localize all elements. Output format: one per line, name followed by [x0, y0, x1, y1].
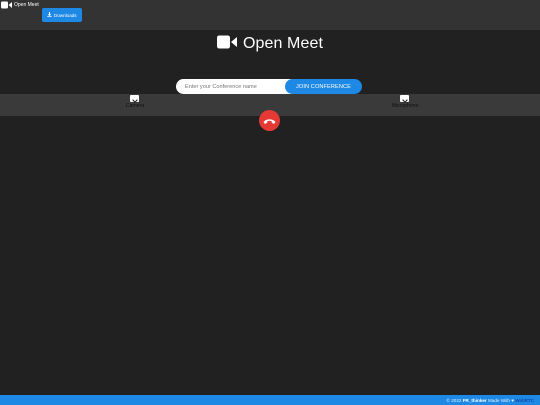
footer-author-link[interactable]: FR_thinker: [463, 398, 487, 403]
page-title: Open Meet: [242, 35, 324, 52]
download-icon: [47, 12, 53, 18]
video-camera-icon: [216, 35, 237, 54]
microphone-label: Microphone: [391, 103, 419, 109]
microphone-selector: Microphone: [390, 94, 420, 114]
hero-heading: Open Meet: [0, 33, 540, 55]
conference-name-input[interactable]: [176, 79, 292, 94]
heart-icon: ♥: [511, 397, 514, 403]
footer: © 2022 FR_thinker Made With ♥ WebRTC: [0, 395, 540, 405]
downloads-label: Downloads: [53, 12, 77, 18]
join-form: JOIN CONFERENCE: [176, 79, 366, 94]
camera-selector: Camera: [120, 94, 150, 114]
microphone-dropdown-toggle[interactable]: [400, 95, 409, 103]
camera-dropdown-toggle[interactable]: [130, 95, 139, 103]
brand-label: Open Meet: [14, 2, 39, 8]
top-navbar: Open Meet Downloads: [0, 0, 540, 30]
footer-copyright: © 2022: [446, 397, 462, 403]
camera-label: Camera: [125, 103, 145, 109]
join-conference-button[interactable]: JOIN CONFERENCE: [285, 79, 362, 94]
footer-made-with: Made With: [488, 397, 510, 403]
app-page: Open Meet Downloads Open Meet JOIN CONFE…: [0, 0, 540, 405]
video-camera-icon: [1, 1, 12, 9]
brand-link[interactable]: Open Meet: [1, 1, 39, 9]
phone-hangup-icon: [263, 113, 276, 128]
hangup-button[interactable]: [259, 110, 280, 131]
footer-tech-link[interactable]: WebRTC: [515, 398, 534, 403]
downloads-button[interactable]: Downloads: [42, 8, 82, 22]
